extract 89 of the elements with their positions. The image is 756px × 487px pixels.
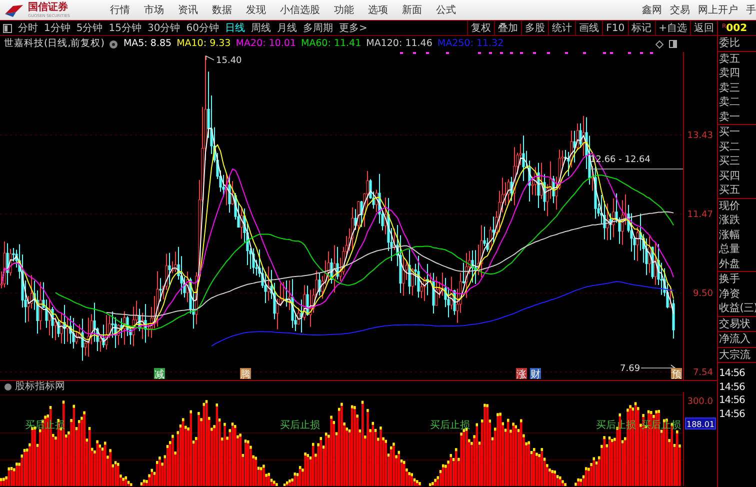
trade-time: 14:56 xyxy=(719,394,746,408)
menu-item[interactable]: 发现 xyxy=(246,2,266,18)
menu-item[interactable]: 公式 xyxy=(436,2,456,18)
trade-time: 14:56 xyxy=(719,380,746,394)
menu-item[interactable]: 资讯 xyxy=(178,2,198,18)
quote-field-label: 卖一 xyxy=(719,110,741,124)
header-link[interactable]: 交易 xyxy=(670,2,690,18)
logo-icon xyxy=(4,2,24,18)
quote-field-label: 买一 xyxy=(719,125,741,140)
toolbar-button[interactable]: 叠加 xyxy=(494,20,522,36)
price-axis-label: 9.50 xyxy=(692,289,713,300)
menu-item[interactable]: 小信选股 xyxy=(280,2,320,18)
diamond-icon xyxy=(655,40,664,48)
period-tab[interactable]: 周线 xyxy=(248,20,274,36)
quote-field-label: 买三 xyxy=(719,154,741,168)
quote-field-label: 卖二 xyxy=(719,95,741,110)
quote-field-label: 涨幅 xyxy=(719,228,741,242)
toolbar-button[interactable]: 标记 xyxy=(628,20,655,36)
period-tab[interactable]: 30分钟 xyxy=(144,20,184,36)
event-marker: 财 xyxy=(530,368,541,380)
period-tab[interactable]: 更多> xyxy=(336,20,370,36)
quote-field-label: 总量 xyxy=(719,242,741,256)
toolbar-button[interactable]: 返回 xyxy=(690,20,717,36)
period-tab[interactable]: 5分钟 xyxy=(73,20,106,36)
moving-average-value: MA10: 9.33 xyxy=(176,36,231,51)
quote-field-label: 收益(三) xyxy=(719,301,756,316)
logo-text: 国信证券 xyxy=(28,2,69,12)
period-tab[interactable]: 分时 xyxy=(15,20,41,36)
quote-field-label: 买五 xyxy=(719,183,741,198)
quote-field-label: 卖三 xyxy=(719,80,741,95)
quote-field-label: 委比 xyxy=(719,36,741,50)
period-tab[interactable]: 多周期 xyxy=(300,20,336,36)
event-marker: 腾 xyxy=(240,368,251,380)
quote-field-label: 交易状 xyxy=(719,316,752,331)
quote-field-label: 卖四 xyxy=(719,66,741,80)
quote-field-label: 涨跌 xyxy=(719,213,741,228)
window-toggle-icon xyxy=(669,40,677,48)
moving-average-value: MA60: 11.41 xyxy=(300,36,362,51)
toolbar-button[interactable]: +自选 xyxy=(654,20,690,36)
settings-icon xyxy=(4,382,12,390)
quote-field-label: 买二 xyxy=(719,140,741,154)
period-tab[interactable]: 月线 xyxy=(274,20,300,36)
current-value-tag: 188.01 xyxy=(685,418,716,430)
quote-field-label: 现价 xyxy=(719,198,741,213)
moving-average-value: MA20: 10.01 xyxy=(236,36,296,51)
quote-field-label: 买四 xyxy=(719,168,741,183)
indicator-axis-label: 300.0 xyxy=(687,397,713,407)
toolbar-button[interactable]: 多股 xyxy=(521,20,548,36)
quote-field-label: 大宗流 xyxy=(719,348,752,362)
quote-field-label: 净资 xyxy=(719,286,741,301)
header-link[interactable]: 手 xyxy=(746,2,756,18)
toolbar-button[interactable]: 画线 xyxy=(575,20,602,36)
toolbar-button[interactable]: F10 xyxy=(602,20,628,36)
period-tab[interactable]: 60分钟 xyxy=(183,20,222,36)
quote-field-label: 净流入 xyxy=(719,332,752,346)
toolbar-button[interactable]: 统计 xyxy=(548,20,576,36)
header-link[interactable]: 网上开户 xyxy=(698,2,738,18)
event-marker: 涨 xyxy=(516,368,527,380)
high-price-callout: 15.40 xyxy=(206,55,242,66)
menu-item[interactable]: 行情 xyxy=(110,2,130,18)
price-axis-label: 7.54 xyxy=(692,368,713,378)
indicator-title: 股标指标网 xyxy=(15,380,65,394)
moving-average-value: MA5: 8.85 xyxy=(123,36,172,51)
trade-time: 14:56 xyxy=(719,408,746,421)
stock-code: 002 xyxy=(726,22,748,36)
price-axis-label: 13.43 xyxy=(687,131,713,141)
period-tab[interactable]: 15分钟 xyxy=(106,20,144,36)
quote-field-label: 卖五 xyxy=(719,52,741,66)
toolbar-button[interactable]: 复权 xyxy=(467,20,494,36)
quote-field-label: 换手 xyxy=(719,272,741,286)
signal-label: 买后止损 xyxy=(430,420,470,431)
moving-average-value: MA250: 11.32 xyxy=(437,36,504,51)
quote-field-label: 外盘 xyxy=(719,256,741,271)
header-link[interactable]: 鑫网 xyxy=(642,2,662,18)
menu-item[interactable]: 新面 xyxy=(402,2,422,18)
menu-item[interactable]: 数据 xyxy=(212,2,232,18)
menu-item[interactable]: 市场 xyxy=(144,2,164,18)
price-axis-label: 11.47 xyxy=(687,210,713,220)
chart-title: 世嘉科技(日线,前复权) xyxy=(4,36,104,51)
menu-item[interactable]: 功能 xyxy=(334,2,354,18)
moving-average-value: MA120: 11.46 xyxy=(366,36,432,51)
panel-toggle-icon xyxy=(3,24,12,32)
event-marker: 减 xyxy=(154,368,165,380)
period-tab[interactable]: 日线 xyxy=(222,20,248,36)
trade-time: 14:56 xyxy=(719,367,746,380)
period-tab[interactable]: 1分钟 xyxy=(41,20,74,36)
settings-icon xyxy=(109,40,118,48)
signal-label: 买后止损 xyxy=(280,420,320,431)
menu-item[interactable]: 选项 xyxy=(368,2,388,18)
